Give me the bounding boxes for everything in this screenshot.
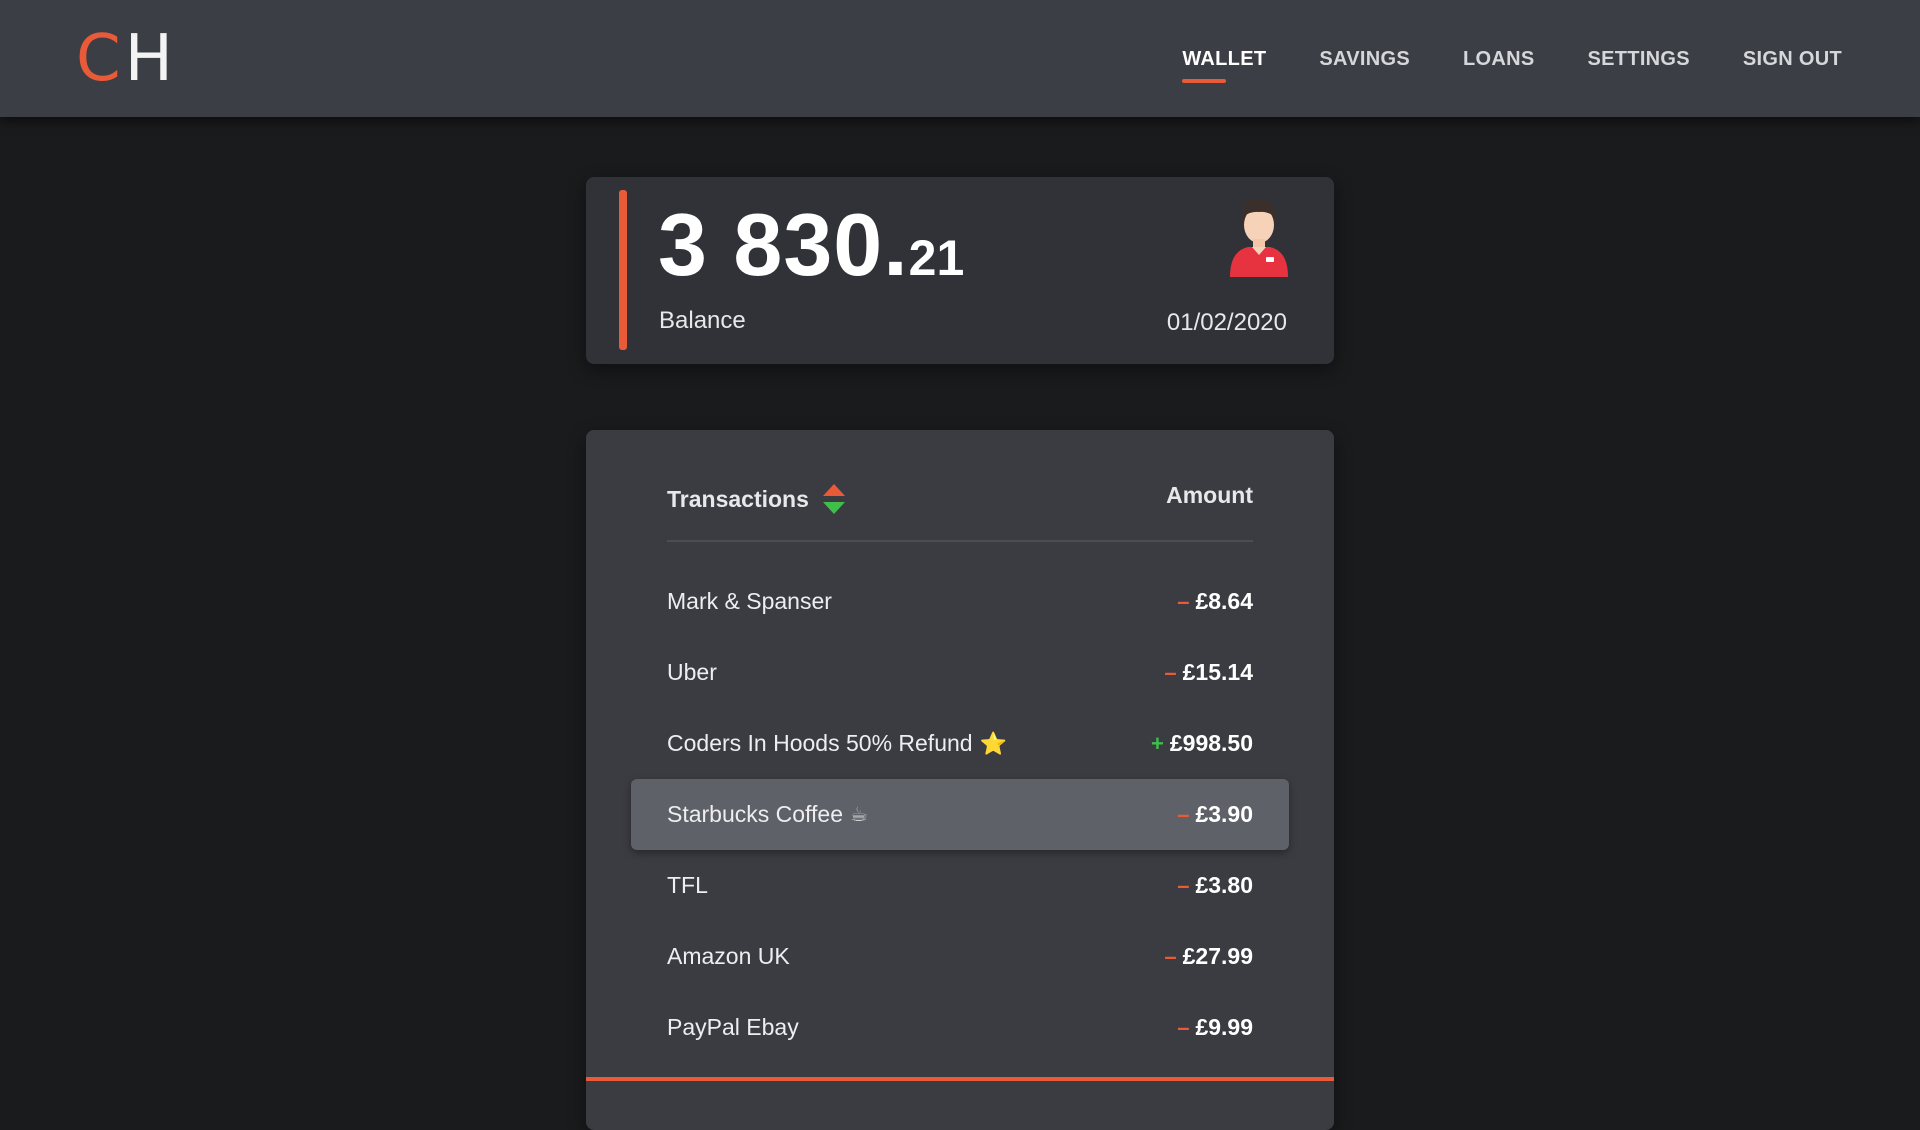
transaction-name: PayPal Ebay [667,1014,799,1041]
star-icon: ⭐ [979,730,1007,756]
transaction-name-text: Amazon UK [667,943,790,969]
debit-sign-icon: – [1177,1014,1190,1040]
transaction-amount: + £998.50 [1151,730,1253,757]
balance-accent-bar [619,190,627,350]
transactions-list: Mark & Spanser – £8.64 Uber – £15.14 Coder… [631,566,1289,1063]
transactions-header: Transactions Amount [667,482,1253,518]
transaction-name-text: Coders In Hoods 50% Refund [667,730,973,756]
transaction-row[interactable]: Coders In Hoods 50% Refund ⭐ + £998.50 [631,708,1289,779]
user-avatar-icon[interactable] [1228,197,1290,277]
transaction-name-text: Starbucks Coffee [667,801,844,827]
nav-loans[interactable]: LOANS [1463,48,1535,71]
balance-whole: 3 830. [658,195,909,294]
transaction-amount-value: £9.99 [1195,1014,1253,1040]
transaction-name: Starbucks Coffee ☕ [667,801,868,828]
transaction-row[interactable]: Amazon UK – £27.99 [631,921,1289,992]
transactions-card: Transactions Amount Mark & Spanser – £8.6… [586,430,1334,1130]
logo-letter-h: H [124,22,177,96]
transaction-amount-value: £3.90 [1195,801,1253,827]
transaction-amount-value: £27.99 [1182,943,1253,969]
amount-column-header[interactable]: Amount [1166,482,1253,509]
transaction-name-text: Uber [667,659,717,685]
transaction-name: TFL [667,872,708,899]
transaction-row[interactable]: Mark & Spanser – £8.64 [631,566,1289,637]
app-logo[interactable]: CH [76,26,177,92]
transaction-amount-value: £15.14 [1182,659,1253,685]
debit-sign-icon: – [1164,659,1177,685]
debit-sign-icon: – [1164,943,1177,969]
transaction-name-text: PayPal Ebay [667,1014,799,1040]
transaction-name: Amazon UK [667,943,790,970]
card-bottom-accent [586,1077,1334,1081]
transaction-amount: – £27.99 [1164,943,1253,970]
transaction-amount: – £3.90 [1177,801,1253,828]
logo-letter-c: C [76,22,125,96]
nav-settings[interactable]: SETTINGS [1588,48,1690,71]
transaction-amount-value: £998.50 [1169,730,1253,756]
transaction-amount: – £3.80 [1177,872,1253,899]
balance-amount: 3 830.21 [658,195,964,308]
credit-sign-icon: + [1151,730,1164,756]
transaction-name: Uber [667,659,717,686]
transaction-row-selected[interactable]: Starbucks Coffee ☕ – £3.90 [631,779,1289,850]
transaction-name: Mark & Spanser [667,588,832,615]
transaction-amount-value: £3.80 [1195,872,1253,898]
coffee-cup-icon: ☕ [850,804,868,826]
top-navbar: CH WALLET SAVINGS LOANS SETTINGS SIGN OU… [0,0,1920,117]
balance-card: 3 830.21 Balance 01/02/2020 [586,177,1334,364]
debit-sign-icon: – [1177,872,1190,898]
transaction-name: Coders In Hoods 50% Refund ⭐ [667,730,1007,757]
nav-savings[interactable]: SAVINGS [1319,48,1410,71]
transactions-title: Transactions [667,485,809,512]
header-divider [667,540,1253,542]
transactions-sort-toggle[interactable]: Transactions [667,482,847,516]
transaction-amount: – £8.64 [1177,588,1253,615]
balance-cents: 21 [908,230,965,286]
transaction-amount: – £9.99 [1177,1014,1253,1041]
balance-date: 01/02/2020 [1166,309,1287,336]
transaction-row[interactable]: PayPal Ebay – £9.99 [631,992,1289,1063]
transaction-row[interactable]: TFL – £3.80 [631,850,1289,921]
nav-sign-out[interactable]: SIGN OUT [1743,48,1842,71]
transaction-row[interactable]: Uber – £15.14 [631,637,1289,708]
sort-up-down-icon[interactable] [821,482,847,516]
balance-label: Balance [659,307,746,334]
debit-sign-icon: – [1177,801,1190,827]
main-nav: WALLET SAVINGS LOANS SETTINGS SIGN OUT [1129,48,1842,83]
transaction-name-text: Mark & Spanser [667,588,832,614]
nav-wallet[interactable]: WALLET [1182,48,1266,83]
debit-sign-icon: – [1177,588,1190,614]
transaction-name-text: TFL [667,872,708,898]
transaction-amount-value: £8.64 [1195,588,1253,614]
transaction-amount: – £15.14 [1164,659,1253,686]
